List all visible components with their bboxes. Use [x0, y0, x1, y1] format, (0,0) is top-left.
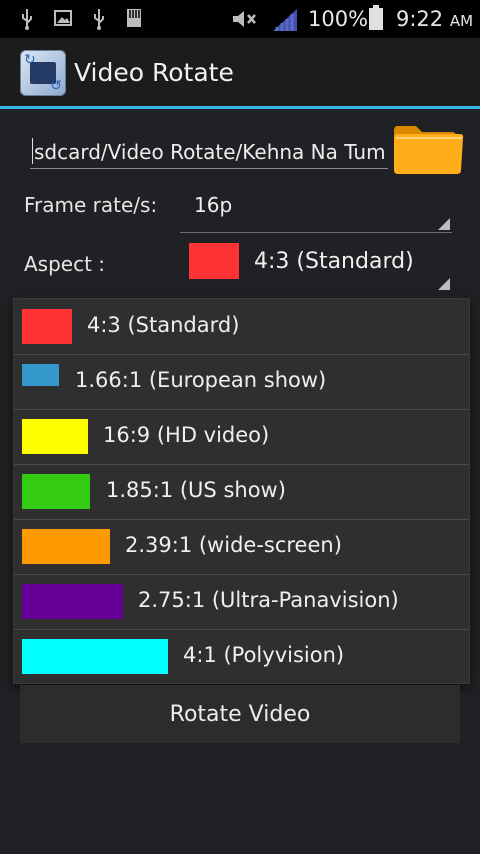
aspect-spinner[interactable]: 4:3 (Standard)	[180, 236, 452, 292]
color-swatch	[22, 419, 88, 454]
battery-icon	[368, 5, 384, 30]
option-label: 2.75:1 (Ultra-Panavision)	[138, 588, 399, 612]
text-cursor	[32, 138, 33, 164]
aspect-option-2-75[interactable]: 2.75:1 (Ultra-Panavision)	[14, 574, 469, 630]
aspect-label: Aspect :	[24, 252, 106, 276]
clock-ampm: AM	[449, 12, 474, 30]
color-swatch	[22, 529, 110, 564]
clock: 9:22 AM	[396, 6, 473, 34]
color-swatch	[22, 364, 59, 386]
video-path-input[interactable]	[30, 136, 388, 169]
frame-rate-value: 16p	[194, 193, 233, 217]
option-label: 1.85:1 (US show)	[106, 478, 286, 502]
spinner-arrow-icon	[438, 218, 450, 230]
option-label: 2.39:1 (wide-screen)	[125, 533, 342, 557]
battery-percent: 100%	[308, 7, 369, 31]
option-label: 1.66:1 (European show)	[75, 368, 327, 392]
sdcard-icon	[126, 8, 142, 30]
image-icon	[54, 8, 72, 30]
spinner-arrow-icon	[438, 278, 450, 290]
color-swatch	[22, 474, 90, 509]
option-label: 16:9 (HD video)	[103, 423, 270, 447]
clock-time: 9:22	[396, 7, 444, 31]
status-bar: 100% 9:22 AM	[0, 0, 480, 38]
browse-folder-button[interactable]	[392, 124, 465, 176]
rotate-video-button[interactable]: Rotate Video	[20, 685, 460, 743]
folder-icon	[394, 126, 464, 174]
usb-icon	[20, 8, 34, 30]
aspect-selected-swatch	[189, 243, 239, 279]
aspect-option-2-39[interactable]: 2.39:1 (wide-screen)	[14, 519, 469, 575]
color-swatch	[22, 639, 168, 674]
aspect-selected-value: 4:3 (Standard)	[254, 249, 414, 274]
usb-icon	[92, 8, 106, 30]
app-logo-icon[interactable]: ↻ ↺	[20, 50, 66, 96]
spinner-underline	[180, 232, 452, 233]
frame-rate-label: Frame rate/s:	[24, 193, 158, 217]
aspect-option-4-3[interactable]: 4:3 (Standard)	[14, 299, 469, 355]
color-swatch	[22, 309, 72, 344]
mute-icon	[232, 8, 258, 30]
frame-rate-spinner[interactable]: 16p	[180, 180, 452, 233]
aspect-option-1-85[interactable]: 1.85:1 (US show)	[14, 464, 469, 520]
app-title: Video Rotate	[74, 58, 234, 87]
option-label: 4:3 (Standard)	[87, 313, 240, 337]
action-bar-divider	[0, 106, 480, 109]
color-swatch	[22, 584, 123, 619]
aspect-option-1-66[interactable]: 1.66:1 (European show)	[14, 354, 469, 410]
action-bar: ↻ ↺ Video Rotate	[0, 38, 480, 106]
aspect-dropdown-list: 4:3 (Standard) 1.66:1 (European show) 16…	[13, 298, 470, 684]
option-label: 4:1 (Polyvision)	[183, 643, 345, 667]
aspect-option-16-9[interactable]: 16:9 (HD video)	[14, 409, 469, 465]
signal-icon	[272, 8, 298, 31]
aspect-option-4-1[interactable]: 4:1 (Polyvision)	[14, 629, 469, 684]
